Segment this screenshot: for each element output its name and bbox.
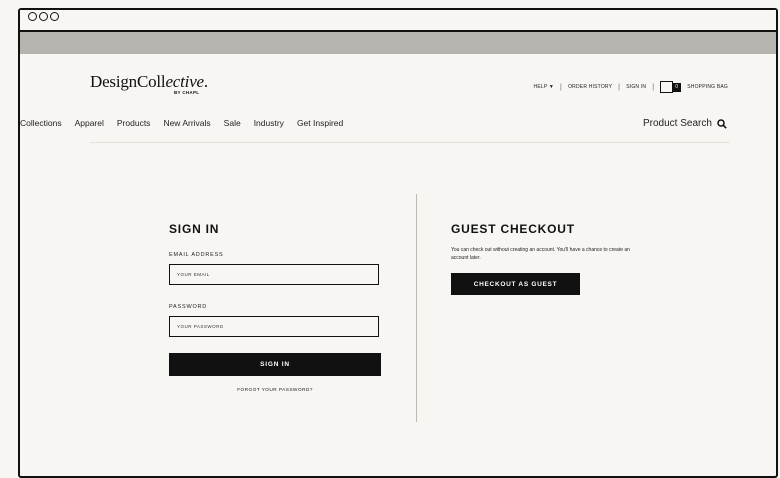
nav-item-sale[interactable]: Sale [224,118,241,128]
guest-checkout-section: GUEST CHECKOUT You can check out without… [451,222,671,295]
maximize-window-dot[interactable] [50,12,59,21]
brand-subtitle: BY CHAPL [174,90,200,95]
minimize-window-dot[interactable] [39,12,48,21]
password-field[interactable] [169,316,379,337]
help-label: HELP [533,84,548,90]
guest-checkout-title: GUEST CHECKOUT [451,222,575,236]
separator: | [560,83,563,91]
forgot-password-link[interactable]: FORGOT YOUR PASSWORD? [169,388,381,393]
brand-name-italic: ective [165,72,204,91]
bag-count-badge: 0 [672,82,682,92]
guest-checkout-description: You can check out without creating an ac… [451,247,630,261]
sign-in-title: SIGN IN [169,222,220,236]
separator: | [618,83,621,91]
window-titlebar [20,10,776,32]
nav-item-get-inspired[interactable]: Get Inspired [297,118,343,128]
shopping-bag-link[interactable]: SHOPPING BAG [687,84,728,90]
column-divider [416,194,417,422]
help-link[interactable]: HELP ▼ [534,84,555,90]
window-controls [28,12,59,21]
email-label: EMAIL ADDRESS [169,252,224,258]
address-bar-placeholder [20,32,776,54]
shopping-bag-icon [660,81,674,93]
password-label: PASSWORD [169,304,208,310]
brand-logo[interactable]: DesignCollective. [90,72,208,92]
separator: | [652,83,655,91]
search-icon[interactable] [717,118,727,129]
nav-item-products[interactable]: Products [117,118,151,128]
header-divider [90,142,730,143]
product-search[interactable]: Product Search [643,118,727,129]
main-nav: Collections Apparel Products New Arrival… [20,118,343,128]
utility-nav: HELP ▼ | ORDER HISTORY | SIGN IN | 0 SHO… [534,81,728,93]
sign-in-link[interactable]: SIGN IN [626,84,646,90]
brand-name-dot: . [203,72,208,91]
brand-name-regular: DesignColl [90,72,166,91]
nav-item-apparel[interactable]: Apparel [75,118,104,128]
shopping-bag-button[interactable]: 0 [660,81,682,93]
order-history-link[interactable]: ORDER HISTORY [568,84,612,90]
sign-in-section: SIGN IN EMAIL ADDRESS PASSWORD SIGN IN F… [169,222,381,393]
sign-in-button[interactable]: SIGN IN [169,353,381,376]
chevron-down-icon: ▼ [548,84,555,90]
email-field[interactable] [169,264,379,285]
close-window-dot[interactable] [28,12,37,21]
nav-item-new-arrivals[interactable]: New Arrivals [163,118,210,128]
product-search-label: Product Search [643,118,712,129]
checkout-as-guest-button[interactable]: CHECKOUT AS GUEST [451,273,580,295]
nav-item-collections[interactable]: Collections [20,118,62,128]
nav-item-industry[interactable]: Industry [254,118,284,128]
